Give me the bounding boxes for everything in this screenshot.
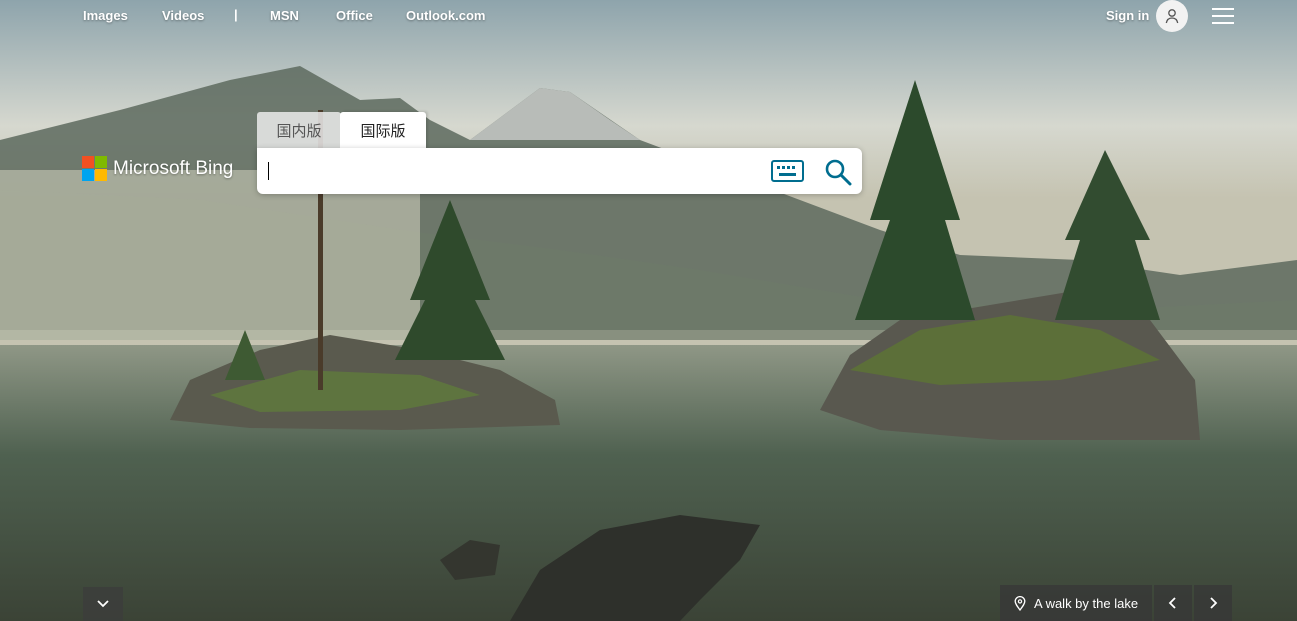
nav-link-videos[interactable]: Videos bbox=[162, 8, 204, 23]
search-input[interactable] bbox=[267, 156, 757, 186]
nav-link-office[interactable]: Office bbox=[336, 8, 373, 23]
previous-image-button[interactable] bbox=[1154, 585, 1192, 621]
region-tabs: 国内版 国际版 bbox=[257, 112, 426, 149]
location-pin-icon bbox=[1014, 595, 1026, 611]
landscape-illustration bbox=[0, 0, 1297, 621]
logo-text: Microsoft Bing bbox=[113, 157, 234, 179]
keyboard-icon[interactable] bbox=[771, 160, 804, 182]
tab-international[interactable]: 国际版 bbox=[340, 112, 426, 149]
search-box bbox=[257, 148, 862, 194]
microsoft-logo-icon bbox=[82, 156, 107, 181]
scroll-down-button[interactable] bbox=[83, 587, 123, 621]
chevron-down-icon bbox=[97, 600, 109, 608]
nav-separator: | bbox=[234, 7, 238, 22]
search-icon[interactable] bbox=[824, 158, 852, 186]
sign-in-link[interactable]: Sign in bbox=[1106, 8, 1149, 23]
text-cursor bbox=[268, 162, 269, 180]
bing-logo[interactable]: Microsoft Bing bbox=[82, 156, 233, 181]
user-icon[interactable] bbox=[1156, 0, 1188, 32]
chevron-right-icon bbox=[1210, 597, 1218, 609]
background-image bbox=[0, 0, 1297, 621]
nav-link-msn[interactable]: MSN bbox=[270, 8, 299, 23]
hamburger-menu-icon[interactable] bbox=[1212, 8, 1234, 24]
user-glyph bbox=[1165, 9, 1179, 24]
top-navigation: Images Videos | MSN Office Outlook.com S… bbox=[0, 0, 1297, 32]
image-caption-button[interactable]: A walk by the lake bbox=[1000, 585, 1152, 621]
chevron-left-icon bbox=[1168, 597, 1176, 609]
tab-domestic[interactable]: 国内版 bbox=[257, 112, 341, 149]
next-image-button[interactable] bbox=[1194, 585, 1232, 621]
image-caption-text: A walk by the lake bbox=[1034, 595, 1139, 611]
nav-link-images[interactable]: Images bbox=[83, 8, 128, 23]
nav-link-outlook[interactable]: Outlook.com bbox=[406, 8, 485, 23]
